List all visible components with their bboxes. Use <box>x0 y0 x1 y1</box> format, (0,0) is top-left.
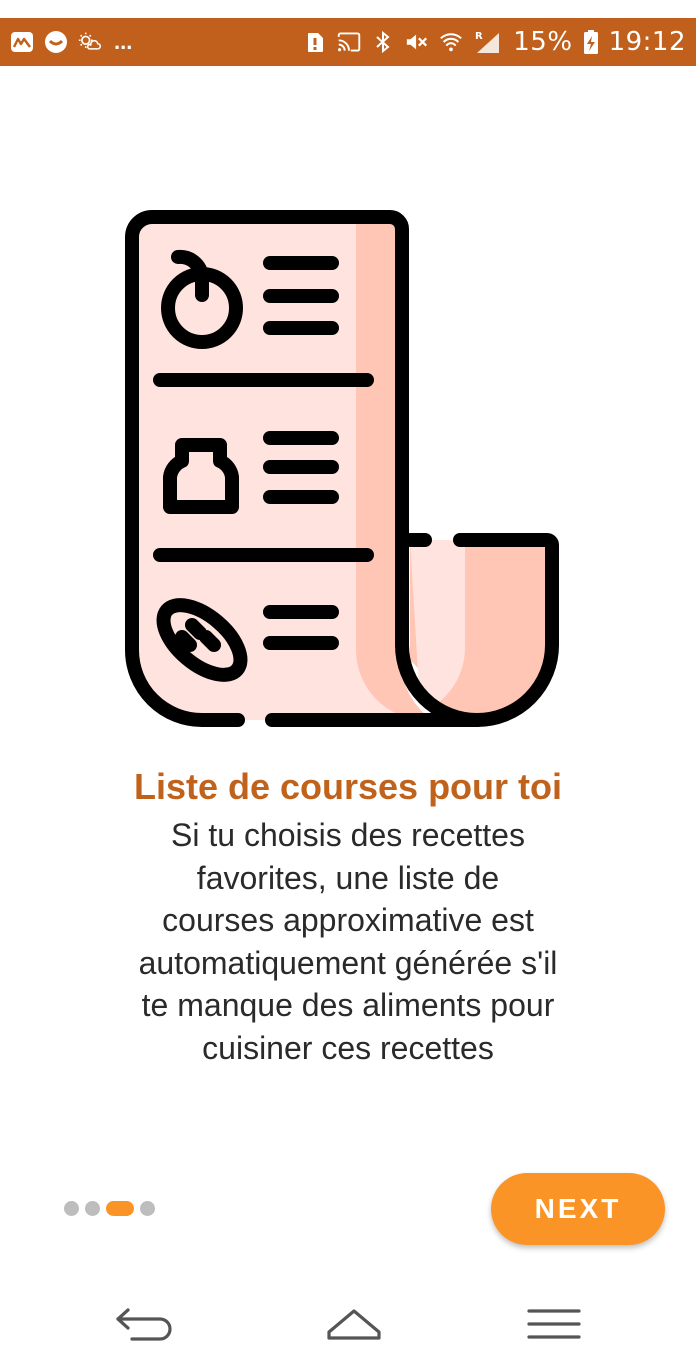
home-button[interactable] <box>319 1304 389 1348</box>
battery-percentage: 15% <box>513 27 573 57</box>
page-dot <box>85 1201 100 1216</box>
onboarding-title: Liste de courses pour toi <box>133 766 563 807</box>
description-line: te manque des aliments pour <box>141 987 555 1023</box>
cast-icon <box>337 30 361 54</box>
chat-bubble-icon <box>44 30 68 54</box>
signal-icon: R <box>473 30 503 54</box>
onboarding-screen: ... R 15% 19:12 Liste de courses pour to… <box>0 0 696 1354</box>
app-notification-icon <box>10 30 34 54</box>
description-line: favorites, une liste de <box>196 859 500 896</box>
status-right-group: R 15% 19:12 <box>303 27 686 57</box>
back-button[interactable] <box>110 1304 180 1348</box>
page-dot <box>64 1201 79 1216</box>
weather-icon <box>78 30 102 54</box>
clock-time: 19:12 <box>608 27 686 57</box>
next-button[interactable]: NEXT <box>491 1173 665 1245</box>
roaming-indicator: R <box>475 31 483 42</box>
page-dot <box>140 1201 155 1216</box>
page-dot-active <box>106 1201 134 1216</box>
sim-alert-icon <box>303 30 327 54</box>
description-line: Si tu choisis des recettes <box>171 817 525 853</box>
navigation-bar <box>0 1290 696 1354</box>
menu-icon <box>526 1306 582 1347</box>
status-bar: ... R 15% 19:12 <box>0 18 696 66</box>
page-indicator <box>64 1200 155 1217</box>
description-line: automatiquement générée s'il <box>138 944 558 981</box>
status-bar-top-gap <box>0 0 696 18</box>
description-line: cuisiner ces recettes <box>202 1029 494 1066</box>
overflow-notifications-indicator: ... <box>114 29 133 54</box>
onboarding-description: Si tu choisis des recettes favorites, un… <box>60 814 636 1069</box>
wifi-icon <box>439 30 463 54</box>
menu-button[interactable] <box>519 1304 589 1348</box>
shopping-list-receipt-icon <box>120 205 580 740</box>
bluetooth-icon <box>371 30 395 54</box>
status-left-group: ... <box>10 29 132 55</box>
description-line: courses approximative est <box>162 902 534 938</box>
mute-icon <box>405 30 429 54</box>
home-icon <box>326 1306 382 1347</box>
back-icon <box>114 1306 176 1347</box>
battery-charging-icon <box>583 30 599 54</box>
